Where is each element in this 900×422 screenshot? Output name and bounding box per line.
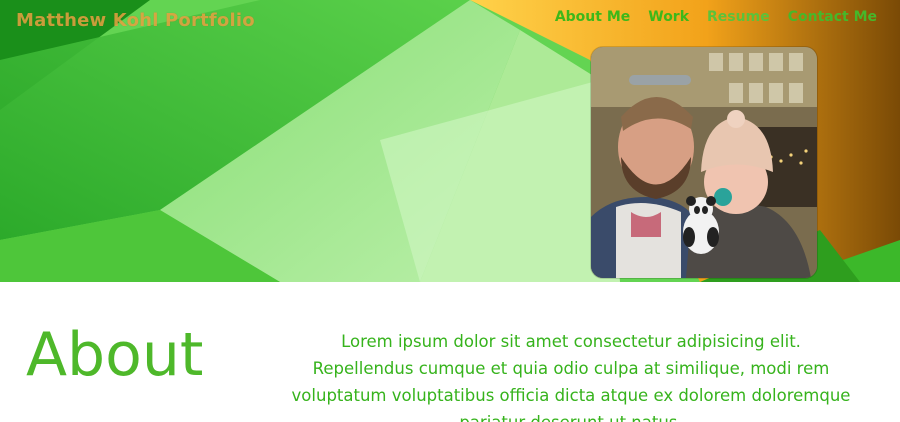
brand-logo-text[interactable]: Matthew Kohl Portfolio [16,10,255,31]
about-heading: About [26,320,204,390]
nav-about-me[interactable]: About Me [555,9,630,25]
profile-photo-image [591,47,817,278]
hero-banner: Matthew Kohl Portfolio About Me Work Res… [0,0,900,282]
nav-resume[interactable]: Resume [707,9,770,25]
nav-contact-me[interactable]: Contact Me [788,9,877,25]
profile-photo [591,47,817,278]
about-paragraph: Lorem ipsum dolor sit amet consectetur a… [291,332,851,422]
nav-work[interactable]: Work [648,9,689,25]
main-nav: About Me Work Resume Contact Me [555,9,877,25]
about-section: About Lorem ipsum dolor sit amet consect… [0,282,900,422]
